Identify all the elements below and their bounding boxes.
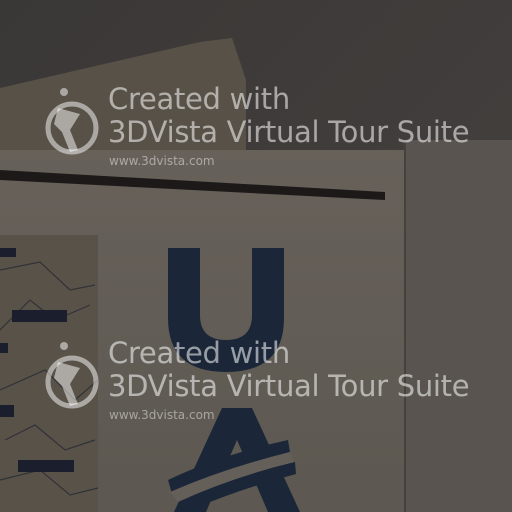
3dvista-logo-icon — [45, 88, 99, 155]
watermark-top: Created with 3DVista Virtual Tour Suite … — [44, 84, 504, 184]
watermark-url: www.3dvista.com — [109, 154, 215, 168]
watermark-bottom: Created with 3DVista Virtual Tour Suite … — [44, 338, 504, 438]
watermark-line1: Created with — [108, 82, 290, 116]
watermark-line2: 3DVista Virtual Tour Suite — [108, 115, 470, 149]
watermark-line2: 3DVista Virtual Tour Suite — [108, 369, 470, 403]
watermark-line1: Created with — [108, 336, 290, 370]
watermark-url: www.3dvista.com — [109, 408, 215, 422]
3dvista-logo-icon — [45, 342, 99, 409]
